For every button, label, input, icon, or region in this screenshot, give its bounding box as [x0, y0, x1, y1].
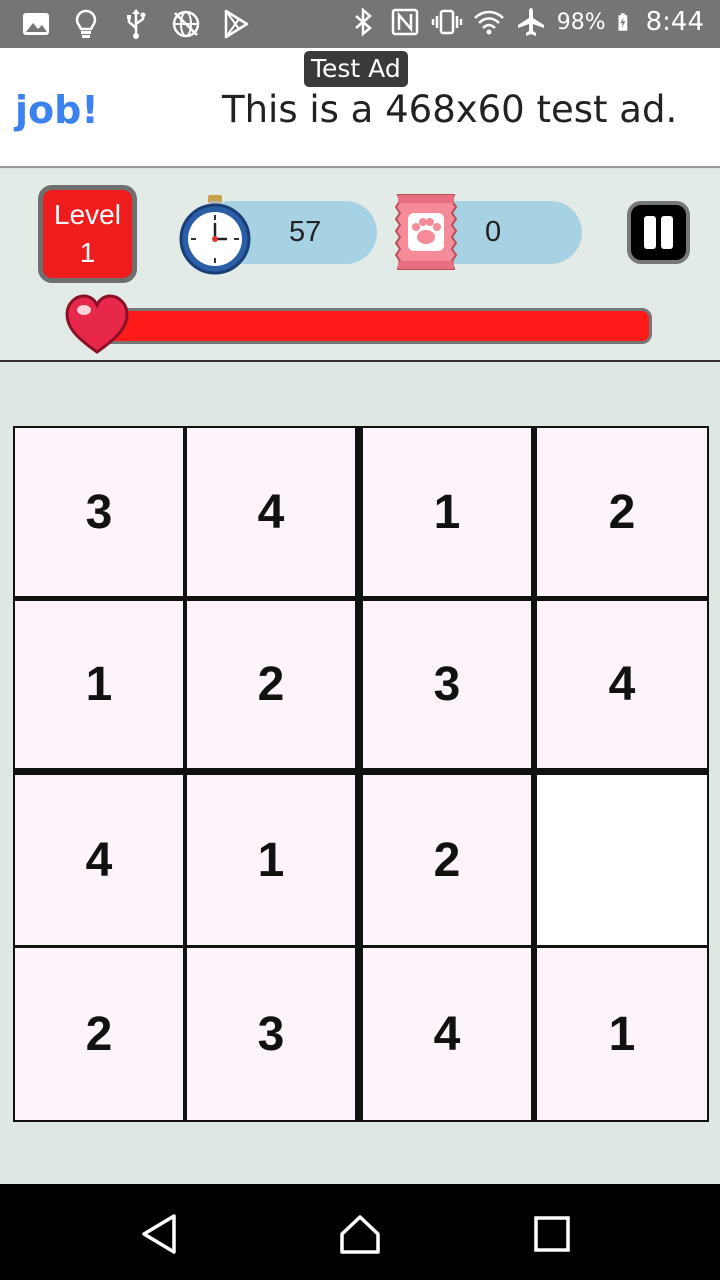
- bluetooth-icon: [354, 7, 372, 37]
- status-bar: 98% 8:44: [0, 0, 720, 48]
- airplane-icon: [517, 8, 544, 36]
- board-cell[interactable]: 4: [15, 775, 183, 945]
- treats-value: 0: [485, 216, 502, 248]
- sudoku-board: 3 4 1 2 1 2 3 4 4 1 2 2 3 4 1: [13, 426, 709, 1122]
- pause-icon: [644, 216, 673, 249]
- ad-left-text[interactable]: e job!: [0, 88, 99, 132]
- ad-main-text[interactable]: This is a 468x60 test ad.: [222, 88, 677, 131]
- usb-icon: [127, 9, 146, 39]
- status-left-icons: [20, 8, 252, 40]
- board-cell[interactable]: 1: [537, 948, 707, 1120]
- board-cell-empty[interactable]: [537, 775, 707, 945]
- image-icon: [23, 13, 49, 35]
- navigation-bar: [0, 1184, 720, 1280]
- ad-tag: Test Ad: [304, 51, 408, 87]
- home-icon[interactable]: [338, 1212, 382, 1256]
- board-cell[interactable]: 3: [187, 948, 355, 1120]
- board-cell[interactable]: 4: [187, 428, 355, 596]
- vibrate-icon: [431, 9, 462, 35]
- board-cell[interactable]: 4: [537, 601, 707, 768]
- nfc-icon: [391, 8, 418, 36]
- wifi-icon: [473, 10, 504, 35]
- board-cell[interactable]: 3: [15, 428, 183, 596]
- globe-off-icon: [172, 10, 200, 38]
- board-cell[interactable]: 1: [363, 428, 531, 596]
- level-label: Level: [54, 199, 121, 230]
- health-bar: [96, 308, 652, 344]
- recents-icon[interactable]: [530, 1212, 574, 1256]
- clock-time: 8:44: [645, 7, 704, 37]
- level-value: 1: [79, 237, 96, 268]
- board-cell[interactable]: 2: [187, 601, 355, 768]
- play-store-icon: [224, 9, 249, 39]
- battery-icon: [618, 13, 627, 31]
- status-right: 98% 8:44: [347, 6, 704, 38]
- lightbulb-icon: [75, 9, 97, 38]
- treat-bag-icon: [394, 194, 458, 270]
- board-cell[interactable]: 1: [15, 601, 183, 768]
- board-cell[interactable]: 4: [363, 948, 531, 1120]
- stopwatch-icon: [179, 195, 251, 275]
- pause-button[interactable]: [627, 201, 690, 264]
- heart-icon: [65, 294, 129, 354]
- board-cell[interactable]: 2: [363, 775, 531, 945]
- board-cell[interactable]: 2: [537, 428, 707, 596]
- board-cell[interactable]: 1: [187, 775, 355, 945]
- board-cell[interactable]: 3: [363, 601, 531, 768]
- ad-banner[interactable]: Test Ad e job! This is a 468x60 test ad.: [0, 48, 720, 168]
- battery-percent: 98%: [556, 9, 606, 35]
- back-icon[interactable]: [138, 1212, 182, 1256]
- board-cell[interactable]: 2: [15, 948, 183, 1120]
- level-badge: Level 1: [38, 185, 137, 283]
- timer-value: 57: [289, 216, 322, 248]
